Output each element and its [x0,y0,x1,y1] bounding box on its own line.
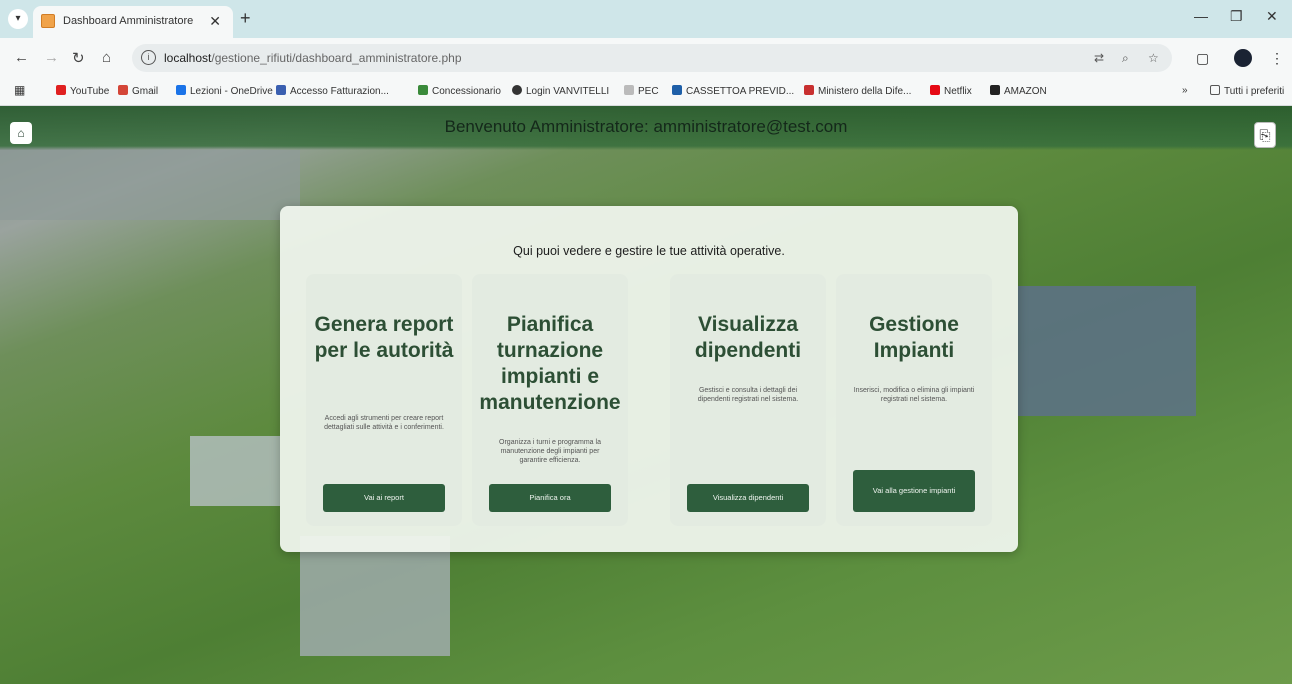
translate-icon[interactable]: ⇄ [1094,51,1104,65]
card-title: Genera report per le autorità [314,313,454,362]
reload-icon[interactable]: ↻ [72,49,85,67]
previdenza-icon [672,85,682,95]
amazon-icon [990,85,1000,95]
bookmark-previdenza[interactable]: CASSETTOA PREVID... [672,85,794,97]
pec-icon [624,85,634,95]
close-window-icon[interactable]: ✕ [1266,8,1278,25]
tab-search-icon[interactable]: ▾ [8,9,28,29]
panel-subtitle: Qui puoi vedere e gestire le tue attivit… [513,244,785,258]
bookmark-ministero[interactable]: Ministero della Dife... [804,85,911,97]
bookmark-fatturazione[interactable]: Accesso Fatturazion... [276,85,389,97]
welcome-title: Benvenuto Amministratore: amministratore… [444,117,848,136]
youtube-icon [56,85,66,95]
card-turnazione: Pianifica turnazione impianti e manutenz… [472,274,628,526]
bookmark-vanvitelli[interactable]: Login VANVITELLI [512,85,609,97]
more-bookmarks-icon[interactable]: » [1182,85,1188,96]
home-icon[interactable]: ⌂ [102,49,111,66]
logout-button[interactable]: ⎘ [1254,122,1276,148]
vanvitelli-icon [512,85,522,95]
bookmarks-bar: ▦ YouTube Gmail Lezioni - OneDrive Acces… [0,78,1292,106]
fatturazione-icon [276,85,286,95]
card-title: Gestione Impianti [869,313,959,362]
card-report: Genera report per le autorità Accedi agl… [306,274,462,526]
zoom-icon[interactable]: ⌕ [1122,51,1129,66]
dashboard-page: ⌂ Benvenuto Amministratore: amministrato… [0,106,1292,684]
forward-icon[interactable]: → [44,49,59,66]
url-text: localhost/gestione_rifiuti/dashboard_amm… [164,51,462,65]
favicon-icon [41,14,55,28]
tab-title: Dashboard Amministratore [63,15,194,27]
bookmark-pec[interactable]: PEC [624,85,659,97]
bookmark-concessionario[interactable]: Concessionario [418,85,501,97]
all-bookmarks[interactable]: Tutti i preferiti [1210,85,1284,97]
address-bar-row: ← → ↻ ⌂ i localhost/gestione_rifiuti/das… [0,38,1292,78]
background-photo [190,436,280,506]
star-icon[interactable]: ☆ [1148,51,1159,65]
card-title: Visualizza dipendenti [694,313,802,362]
extensions-icon[interactable]: ▢ [1196,50,1209,67]
bookmark-youtube[interactable]: YouTube [56,85,109,97]
background-photo [0,150,300,220]
card-title: Pianifica turnazione impianti e manutenz… [479,313,621,414]
operations-panel: Qui puoi vedere e gestire le tue attivit… [280,206,1018,552]
url-input[interactable]: i localhost/gestione_rifiuti/dashboard_a… [132,44,1172,72]
avatar[interactable] [1234,49,1252,67]
manage-plants-button[interactable]: Vai alla gestione impianti [853,470,975,512]
background-photo [300,536,450,656]
folder-icon [1210,85,1220,95]
ministero-icon [804,85,814,95]
bookmark-amazon[interactable]: AMAZON [990,85,1047,97]
card-description: Gestisci e consulta i dettagli dei dipen… [697,387,799,403]
menu-icon[interactable]: ⋮ [1270,50,1284,67]
card-description: Inserisci, modifica o elimina gli impian… [853,387,975,403]
bookmark-netflix[interactable]: Netflix [930,85,972,97]
card-description: Accedi agli strumenti per creare report … [324,415,444,431]
background-photo [1018,286,1196,416]
minimize-icon[interactable]: — [1194,8,1208,24]
plan-button[interactable]: Pianifica ora [489,484,611,512]
back-icon[interactable]: ← [14,49,29,66]
netflix-icon [930,85,940,95]
bookmark-onedrive[interactable]: Lezioni - OneDrive [176,85,273,97]
card-description: Organizza i turni e programma la manuten… [499,439,601,464]
apps-icon[interactable]: ▦ [14,83,25,97]
card-dipendenti: Visualizza dipendenti Gestisci e consult… [670,274,826,526]
bookmark-gmail[interactable]: Gmail [118,85,158,97]
browser-tab-bar: ▾ Dashboard Amministratore ✕ + — ❐ ✕ [0,0,1292,38]
onedrive-icon [176,85,186,95]
concessionario-icon [418,85,428,95]
restore-icon[interactable]: ❐ [1230,8,1243,25]
new-tab-icon[interactable]: + [240,8,251,29]
gmail-icon [118,85,128,95]
close-icon[interactable]: ✕ [209,13,221,30]
report-button[interactable]: Vai ai report [323,484,445,512]
browser-tab[interactable]: Dashboard Amministratore ✕ [33,6,233,38]
card-impianti: Gestione Impianti Inserisci, modifica o … [836,274,992,526]
view-employees-button[interactable]: Visualizza dipendenti [687,484,809,512]
site-info-icon[interactable]: i [141,50,156,65]
